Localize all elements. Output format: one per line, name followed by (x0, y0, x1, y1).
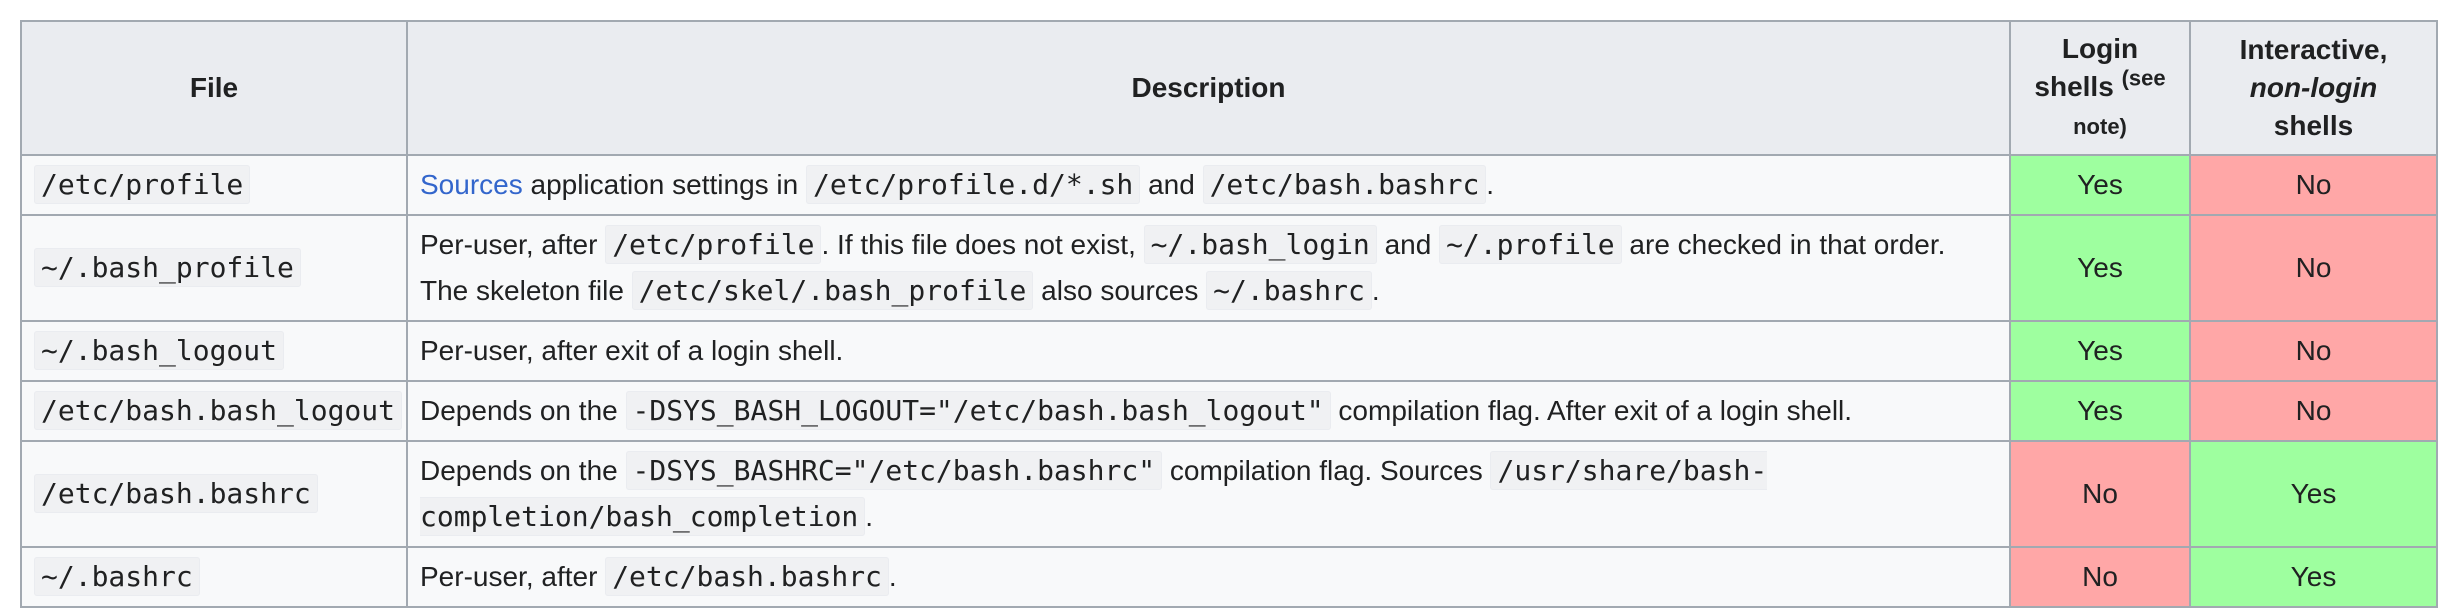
description-cell: Depends on the -DSYS_BASHRC="/etc/bash.b… (406, 440, 2011, 548)
file-cell: /etc/bash.bashrc (20, 440, 408, 548)
desc-text: compilation flag. Sources (1162, 455, 1491, 486)
inter-header-line2: non-login (2249, 72, 2378, 103)
column-header-description: Description (406, 20, 2011, 156)
login-header-note-link[interactable]: (see (2122, 66, 2166, 91)
table-row: ~/.bash_logout Per-user, after exit of a… (20, 320, 2438, 382)
inter-header-line1: Interactive, (2239, 34, 2388, 65)
login-shell-value: Yes (2009, 154, 2191, 216)
description-cell: Per-user, after exit of a login shell. (406, 320, 2011, 382)
desc-text: . (865, 501, 874, 532)
desc-text: and (1140, 169, 1203, 200)
table-row: /etc/bash.bash_logout Depends on the -DS… (20, 380, 2438, 442)
desc-code: /etc/profile.d/*.sh (806, 165, 1141, 204)
desc-text: also sources (1033, 275, 1207, 306)
desc-text: compilation flag. After exit of a login … (1330, 395, 1853, 426)
column-header-login-shells: Login shells (see note) (2009, 20, 2191, 156)
interactive-shell-value: No (2189, 320, 2438, 382)
interactive-shell-value: Yes (2189, 546, 2438, 608)
desc-text: application settings in (522, 169, 806, 200)
login-shell-value: No (2009, 440, 2191, 548)
sources-link[interactable]: Sources (420, 169, 523, 200)
login-shell-value: Yes (2009, 380, 2191, 442)
column-header-interactive-shells: Interactive, non-login shells (2189, 20, 2438, 156)
file-cell: /etc/bash.bash_logout (20, 380, 408, 442)
desc-code: /etc/bash.bashrc (1202, 165, 1487, 204)
file-cell: ~/.bash_logout (20, 320, 408, 382)
description-cell: Sources application settings in /etc/pro… (406, 154, 2011, 216)
description-cell: Depends on the -DSYS_BASH_LOGOUT="/etc/b… (406, 380, 2011, 442)
file-cell: /etc/profile (20, 154, 408, 216)
login-shell-value: No (2009, 546, 2191, 608)
desc-text: . (888, 561, 897, 592)
desc-text: . If this file does not exist, (821, 229, 1144, 260)
desc-code: -DSYS_BASH_LOGOUT="/etc/bash.bash_logout… (625, 391, 1331, 430)
login-shell-value: Yes (2009, 214, 2191, 322)
file-code: /etc/bash.bashrc (34, 474, 318, 513)
desc-code: /etc/profile (605, 225, 822, 264)
desc-text: . (1486, 169, 1495, 200)
desc-text: Per-user, after (420, 561, 606, 592)
description-cell: Per-user, after /etc/bash.bashrc. (406, 546, 2011, 608)
login-shell-value: Yes (2009, 320, 2191, 382)
file-code: /etc/profile (34, 165, 251, 204)
table-row: /etc/profile Sources application setting… (20, 154, 2438, 216)
desc-text: Depends on the (420, 395, 626, 426)
desc-code: ~/.bash_login (1143, 225, 1377, 264)
login-header-line1: Login (2061, 33, 2139, 64)
desc-text: and (1376, 229, 1440, 260)
desc-text: Per-user, after (420, 229, 606, 260)
desc-code: ~/.bashrc (1206, 271, 1372, 310)
interactive-shell-value: No (2189, 214, 2438, 322)
file-cell: ~/.bashrc (20, 546, 408, 608)
table-header-row: File Description Login shells (see note)… (20, 20, 2438, 156)
bash-startup-files-table: File Description Login shells (see note)… (20, 20, 2438, 608)
file-code: ~/.bash_logout (34, 331, 285, 370)
file-code: /etc/bash.bash_logout (34, 391, 403, 430)
interactive-shell-value: Yes (2189, 440, 2438, 548)
desc-text: . (1371, 275, 1380, 306)
desc-code: -DSYS_BASHRC="/etc/bash.bashrc" (625, 451, 1163, 490)
table-row: ~/.bashrc Per-user, after /etc/bash.bash… (20, 546, 2438, 608)
desc-code: /etc/skel/.bash_profile (631, 271, 1034, 310)
file-cell: ~/.bash_profile (20, 214, 408, 322)
desc-text: Depends on the (420, 455, 626, 486)
file-code: ~/.bash_profile (34, 248, 301, 287)
login-header-line2: shells (2034, 71, 2114, 102)
interactive-shell-value: No (2189, 154, 2438, 216)
desc-code: /etc/bash.bashrc (605, 557, 889, 596)
column-header-file: File (20, 20, 408, 156)
table-row: /etc/bash.bashrc Depends on the -DSYS_BA… (20, 440, 2438, 548)
login-header-note-close: note) (2073, 114, 2127, 139)
desc-code: ~/.profile (1439, 225, 1622, 264)
inter-header-line3: shells (2273, 110, 2354, 141)
desc-text: Per-user, after exit of a login shell. (420, 335, 844, 366)
interactive-shell-value: No (2189, 380, 2438, 442)
description-cell: Per-user, after /etc/profile. If this fi… (406, 214, 2011, 322)
table-row: ~/.bash_profile Per-user, after /etc/pro… (20, 214, 2438, 322)
file-code: ~/.bashrc (34, 557, 200, 596)
